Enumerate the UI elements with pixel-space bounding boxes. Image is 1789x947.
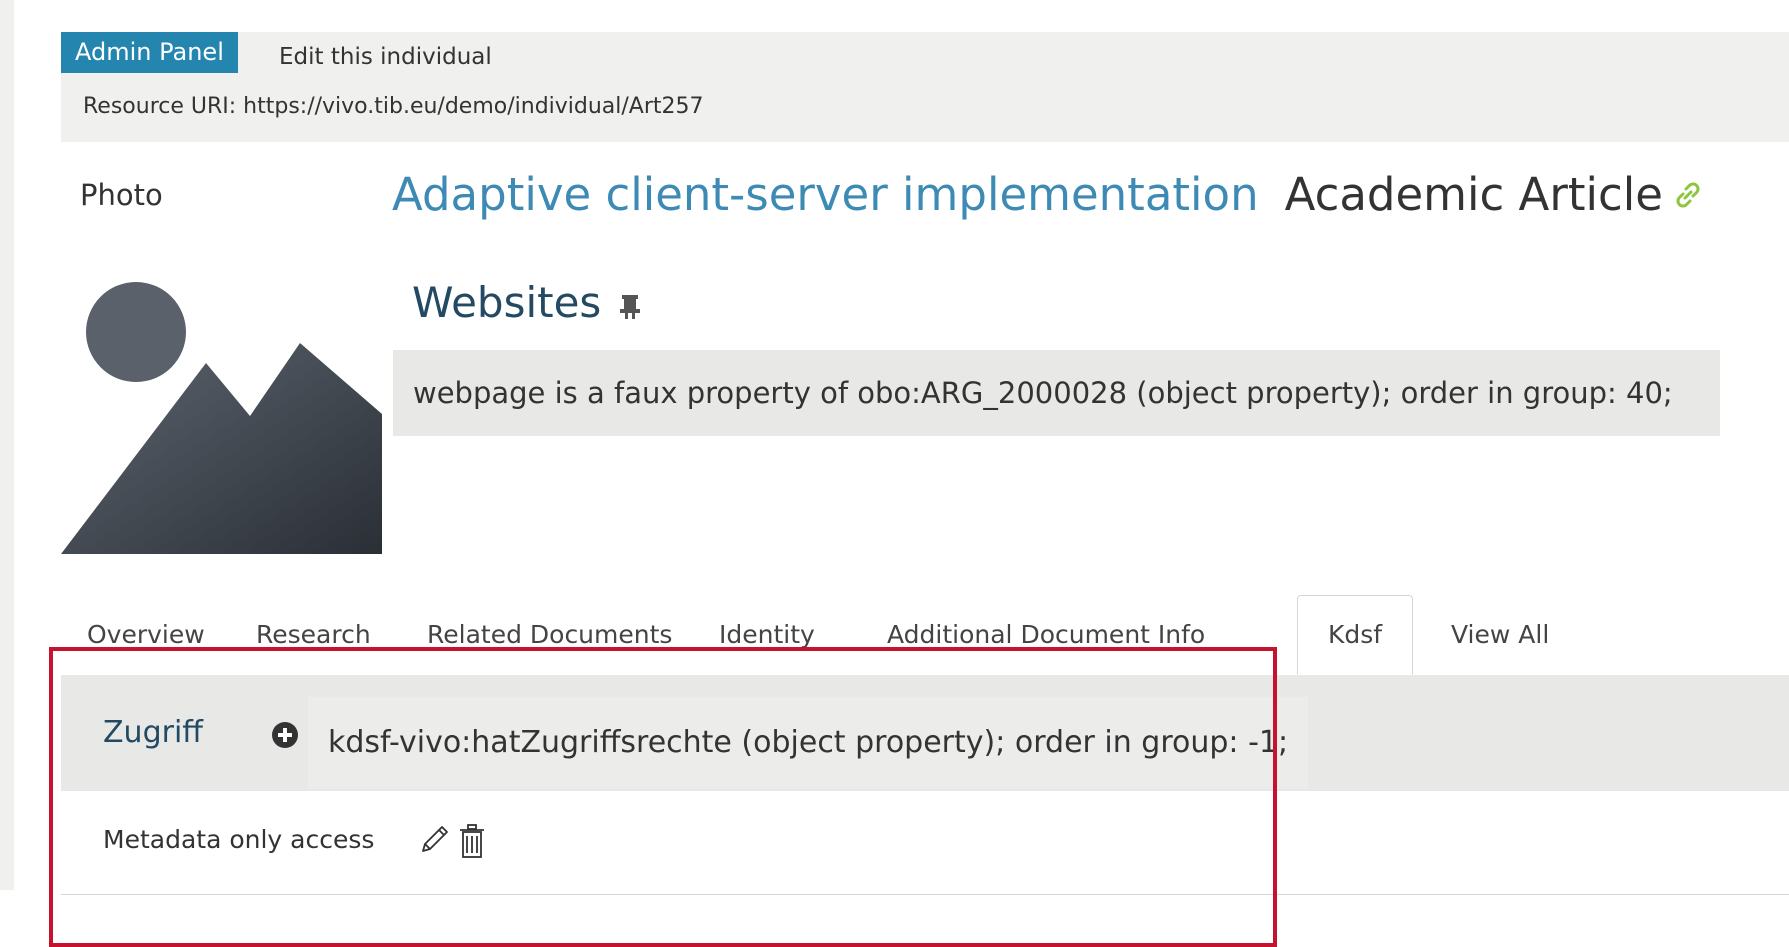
tab-related-documents[interactable]: Related Documents	[427, 620, 672, 649]
admin-panel-badge[interactable]: Admin Panel	[61, 32, 238, 73]
tab-view-all[interactable]: View All	[1451, 620, 1549, 649]
admin-panel: Admin Panel Edit this individual Resourc…	[61, 32, 1789, 142]
left-rail	[0, 0, 14, 890]
resource-uri: Resource URI: https://vivo.tib.eu/demo/i…	[83, 94, 704, 119]
individual-type: Academic Article	[1284, 168, 1663, 221]
link-icon[interactable]	[1671, 178, 1705, 212]
websites-title: Websites	[412, 278, 602, 327]
individual-title: Adaptive client-server implementation	[392, 168, 1259, 221]
individual-title-row: Adaptive client-server implementation Aca…	[392, 168, 1705, 221]
tab-additional-document-info[interactable]: Additional Document Info	[887, 620, 1205, 649]
tab-overview[interactable]: Overview	[87, 620, 205, 649]
photo-label: Photo	[80, 178, 163, 212]
tab-research[interactable]: Research	[256, 620, 371, 649]
tab-identity[interactable]: Identity	[719, 620, 815, 649]
tab-kdsf[interactable]: Kdsf	[1297, 595, 1414, 675]
faux-property-note: webpage is a faux property of obo:ARG_20…	[393, 350, 1720, 436]
image-placeholder-icon[interactable]	[61, 280, 382, 554]
edit-individual-link[interactable]: Edit this individual	[279, 44, 492, 70]
pin-icon[interactable]	[617, 291, 643, 321]
highlight-annotation	[49, 647, 1277, 947]
websites-heading-row: Websites	[412, 278, 643, 327]
